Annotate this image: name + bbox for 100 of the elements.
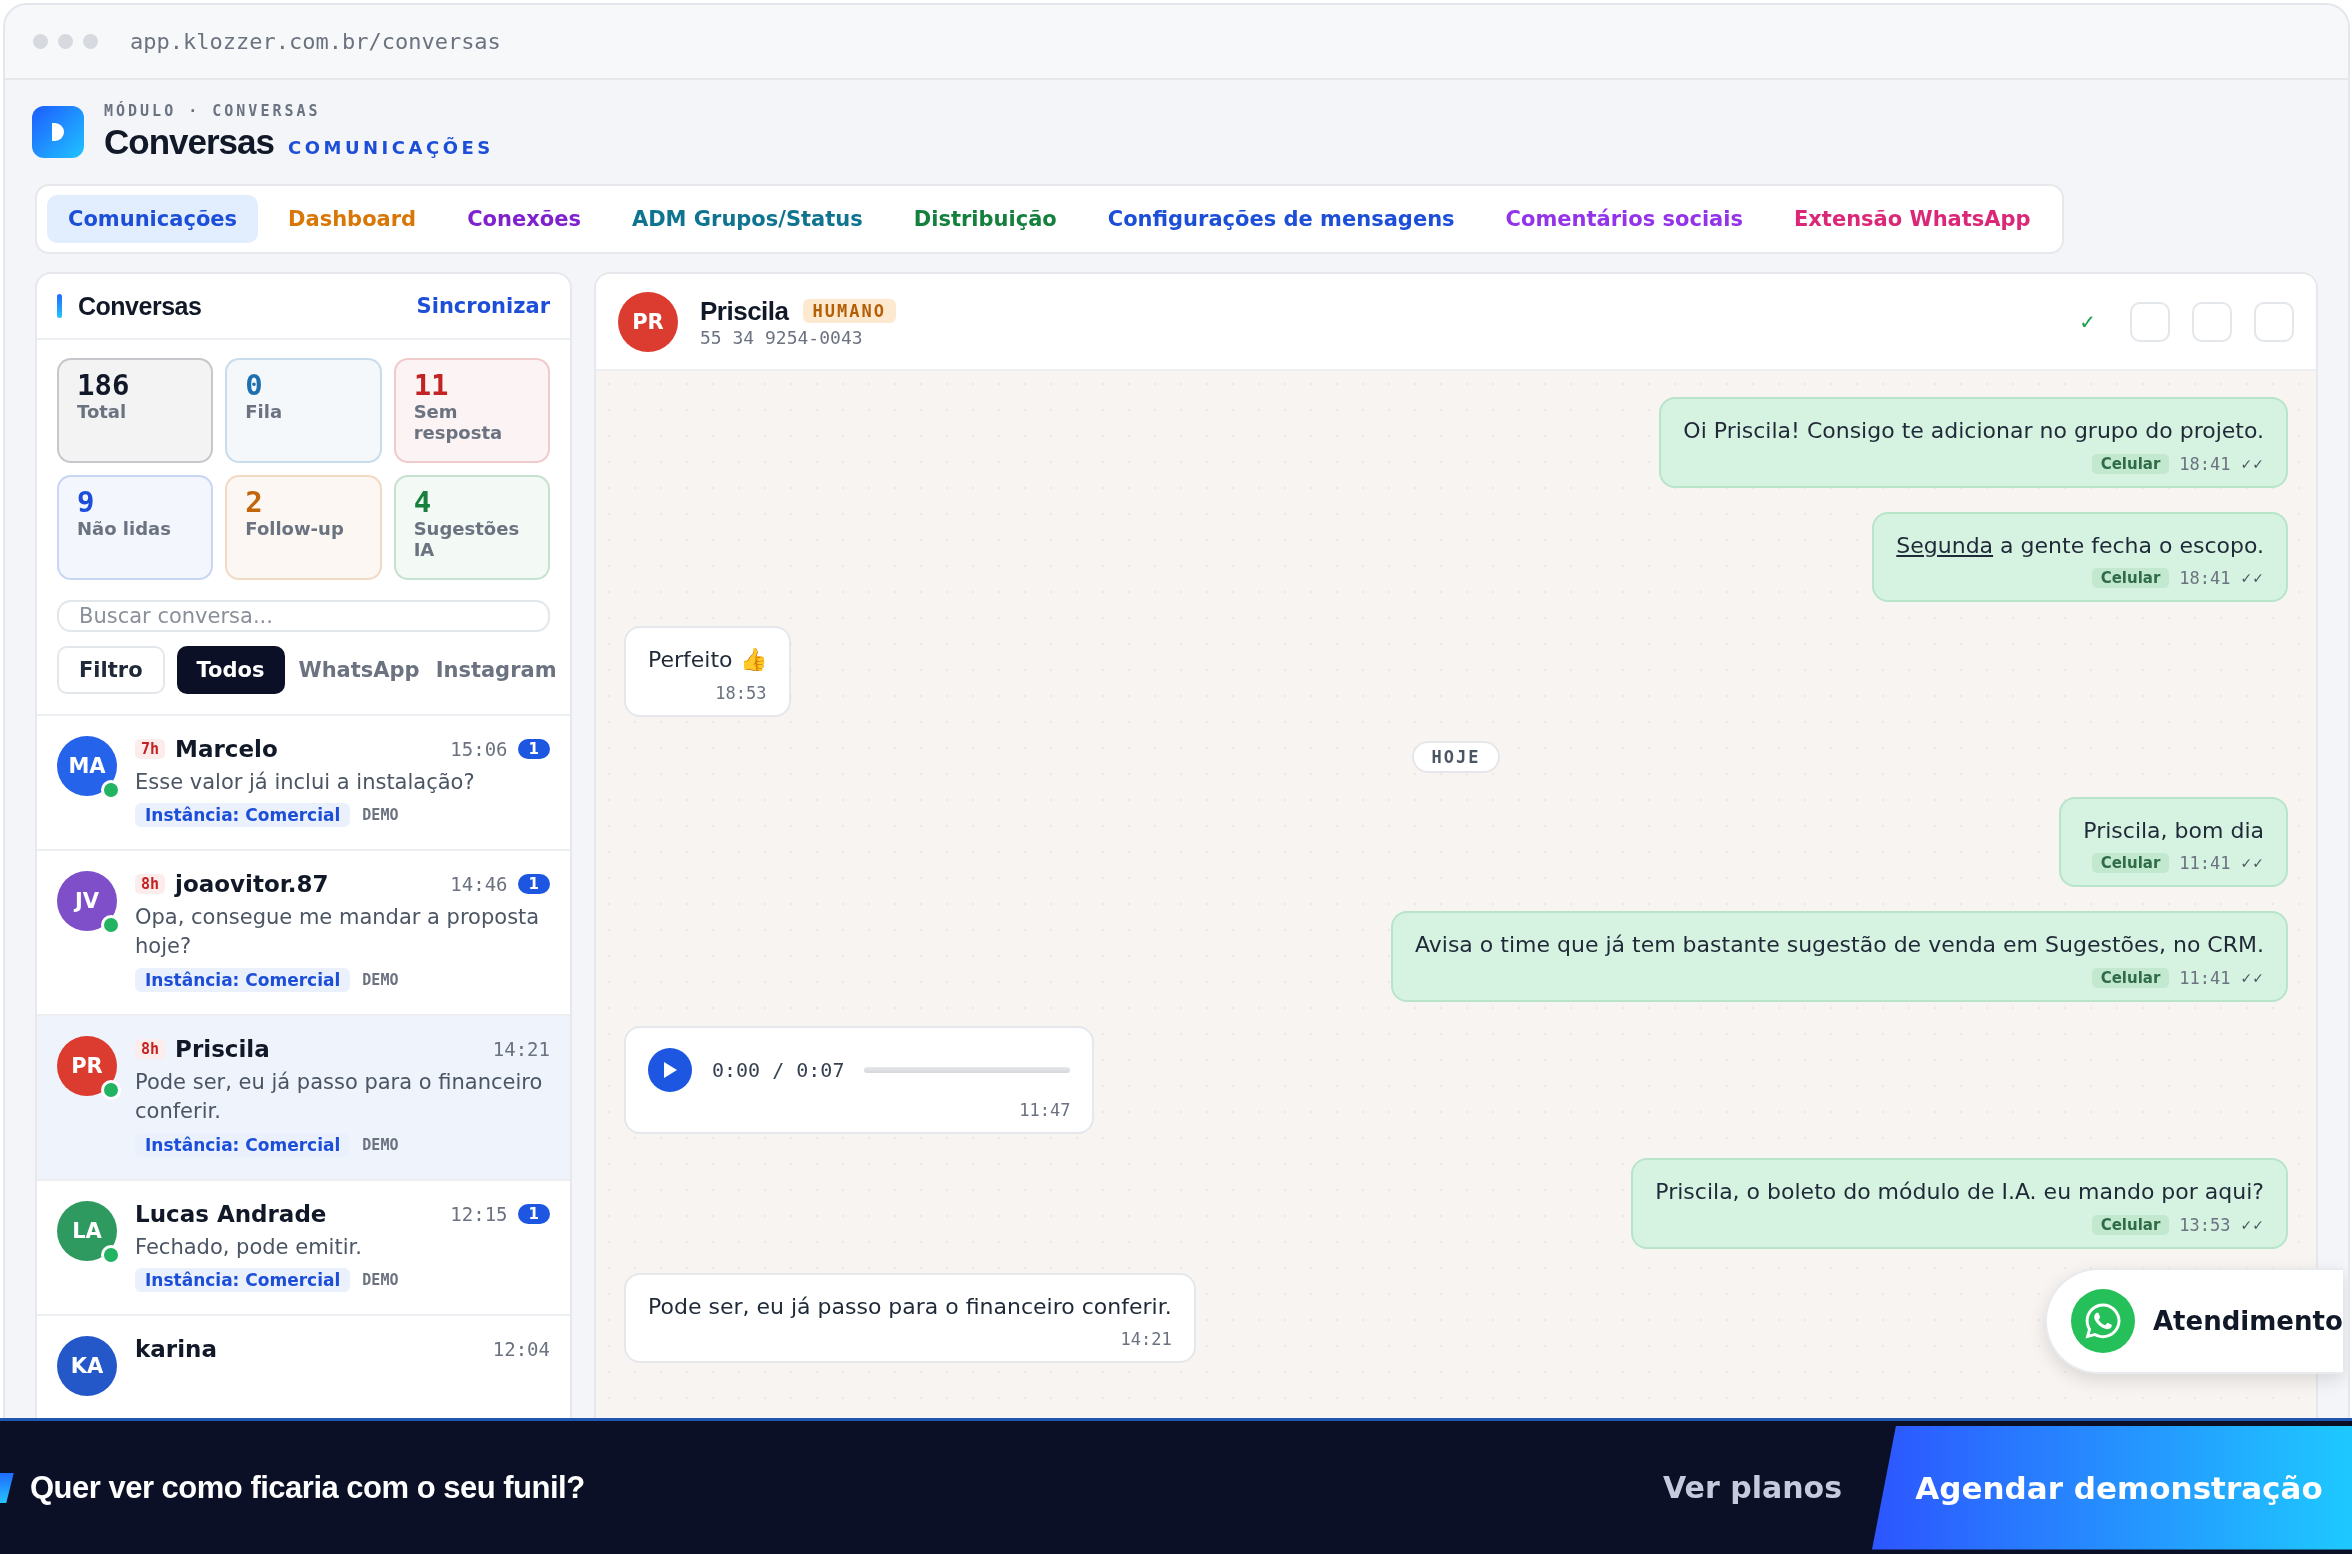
stat-label: Follow-up	[245, 518, 345, 540]
message-time: 18:41	[2179, 568, 2231, 589]
nav-tab[interactable]: ADM Grupos/Status	[610, 195, 884, 243]
age-badge: 8h	[135, 1038, 166, 1059]
message-time: 14:46	[450, 873, 508, 896]
nav-tab[interactable]: Conexões	[446, 195, 602, 243]
audio-progress-track[interactable]	[864, 1066, 1071, 1073]
instance-tag: Instância: Comercial	[135, 1268, 351, 1292]
nav-tab[interactable]: Comentários sociais	[1484, 195, 1764, 243]
message-text: Avisa o time que já tem bastante sugestão de venda em Sugestões, no CRM.	[1415, 931, 2264, 960]
message-preview: Esse valor já inclui a instalação?	[135, 768, 476, 796]
avatar: JV	[57, 871, 117, 932]
unread-badge: 1	[517, 1203, 550, 1224]
read-receipt: ✓✓	[2240, 1216, 2264, 1233]
play-button[interactable]	[648, 1047, 692, 1092]
accent-bar	[57, 294, 62, 318]
message-time: 18:53	[715, 682, 767, 703]
source-tag: Celular	[2091, 568, 2170, 589]
source-tag: Celular	[2091, 967, 2170, 988]
search-field[interactable]: Buscar conversa...	[57, 600, 550, 632]
window-control-dot	[58, 34, 73, 49]
contact-name: karina	[135, 1336, 218, 1362]
stat-label: Fila	[245, 401, 284, 423]
message-time: 11:41	[2179, 853, 2231, 874]
status-badge: HUMANO	[802, 299, 896, 323]
message-time: 12:04	[492, 1338, 550, 1360]
age-badge: 7h	[135, 738, 166, 759]
read-receipt: ✓✓	[2240, 570, 2264, 587]
message-time: 18:41	[2179, 453, 2231, 474]
avatar: PR	[57, 1035, 117, 1096]
stat-value: 0	[245, 370, 264, 402]
filter-chip[interactable]: WhatsApp	[296, 645, 422, 694]
read-receipt: ✓✓	[2240, 855, 2264, 872]
avatar: MA	[57, 735, 117, 796]
sync-link[interactable]: Sincronizar	[416, 294, 550, 318]
message-time: 11:41	[2179, 967, 2231, 988]
banner-text: Quer ver como ficaria com o seu funil?	[30, 1469, 586, 1506]
plans-link[interactable]: Ver planos	[1663, 1470, 1842, 1505]
demo-label: DEMO	[362, 1135, 399, 1154]
filter-chip[interactable]: Instagram	[433, 645, 559, 694]
contact-name: Priscila	[175, 1035, 271, 1062]
module-label: MÓDULO · CONVERSAS	[104, 102, 322, 120]
header-button[interactable]	[2130, 301, 2170, 342]
message-text: Perfeito 👍	[648, 646, 767, 675]
message-time: 13:53	[2179, 1214, 2231, 1235]
phone-number: 55 34 9254-0043	[700, 326, 864, 348]
age-badge: 8h	[135, 874, 166, 895]
unread-badge: 1	[517, 738, 550, 759]
demo-button[interactable]: Agendar demonstração	[1872, 1425, 2352, 1550]
nav-tab[interactable]: Comunicações	[47, 195, 259, 243]
message-text: Priscila, bom dia	[2083, 816, 2264, 845]
filter-button[interactable]: Filtro	[57, 645, 165, 694]
date-divider: HOJE	[1411, 740, 1501, 773]
source-tag: Celular	[2091, 853, 2170, 874]
filter-chip[interactable]: Todos	[176, 645, 285, 694]
message-preview: Pode ser, eu já passo para o financeiro conferir.	[135, 1068, 544, 1126]
message-time: 15:06	[450, 737, 508, 760]
audio-duration: 0:00 / 0:07	[712, 1057, 845, 1082]
message-text: Pode ser, eu já passo para o financeiro conferir.	[648, 1292, 1172, 1321]
instance-tag: Instância: Comercial	[135, 803, 351, 828]
demo-label: DEMO	[362, 806, 399, 825]
message-text: Oi Priscila! Consigo te adicionar no grupo do projeto.	[1683, 417, 2264, 445]
contact-name: Marcelo	[175, 735, 279, 762]
page-subtitle: COMUNICAÇÕES	[288, 137, 494, 158]
demo-label: DEMO	[362, 1271, 399, 1289]
support-button[interactable]: Atendimento	[2045, 1268, 2343, 1374]
check-mark: ✓	[2079, 309, 2096, 334]
nav-tab[interactable]: Extensão WhatsApp	[1772, 195, 2052, 243]
avatar: KA	[57, 1336, 117, 1396]
sidebar-title: Conversas	[78, 291, 202, 321]
address-bar-url: app.klozzer.com.br/conversas	[130, 29, 501, 54]
instance-tag: Instância: Comercial	[135, 1132, 351, 1157]
logo-icon	[32, 106, 84, 158]
window-control-dot	[33, 34, 48, 49]
contact-name: Priscila	[700, 295, 789, 327]
message-preview: Opa, consegue me mandar a proposta hoje?	[135, 904, 541, 961]
nav-tab[interactable]: Configurações de mensagens	[1086, 195, 1476, 243]
conversation-item[interactable]: PR 8h Priscila 14:21 Pode ser, eu já passo para o financeiro conferir. Instância: Comercial DEMO	[37, 1013, 570, 1179]
source-tag: Celular	[2091, 453, 2170, 474]
header-button[interactable]	[2192, 301, 2232, 342]
source-tag: Celular	[2091, 1214, 2170, 1235]
contact-name: joaovitor.87	[175, 871, 330, 898]
message-text: Priscila, o boleto do módulo de I.A. eu mando por aqui?	[1655, 1177, 2264, 1206]
stat-value: 2	[245, 487, 264, 519]
message-preview: Fechado, pode emitir.	[135, 1233, 363, 1261]
demo-label: DEMO	[362, 970, 399, 989]
stat-label: Total	[77, 401, 128, 423]
header-button[interactable]	[2254, 301, 2294, 342]
window-control-dot	[83, 34, 98, 49]
stat-value: 11	[413, 370, 450, 402]
stat-label: Sem resposta	[413, 401, 504, 444]
instance-tag: Instância: Comercial	[135, 967, 351, 992]
page-title: Conversas	[104, 122, 274, 162]
nav-tab[interactable]: Distribuição	[892, 195, 1078, 243]
contact-name: Lucas Andrade	[135, 1200, 328, 1227]
message-time: 12:15	[450, 1202, 508, 1225]
message-link[interactable]: Segunda	[1896, 532, 1994, 558]
stat-label: Não lidas	[77, 518, 172, 540]
read-receipt: ✓✓	[2240, 969, 2264, 986]
message-time: 11:47	[1019, 1099, 1071, 1120]
